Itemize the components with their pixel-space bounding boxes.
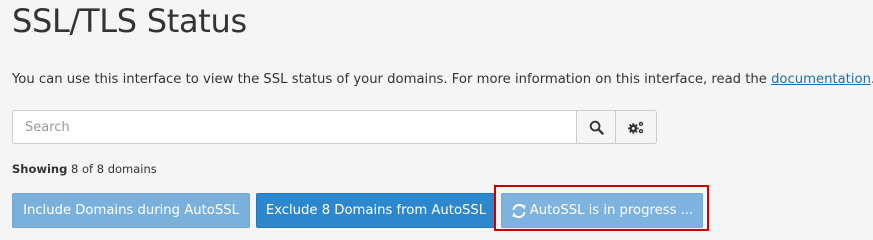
- autossl-progress-label: AutoSSL is in progress ...: [529, 203, 694, 218]
- documentation-link[interactable]: documentation: [771, 72, 871, 87]
- settings-button[interactable]: [616, 110, 657, 144]
- ssl-tls-status-page: SSL/TLS Status You can use this interfac…: [0, 0, 873, 240]
- refresh-icon: [511, 203, 527, 219]
- showing-label: Showing: [12, 162, 68, 176]
- search-group: [12, 110, 657, 144]
- search-button[interactable]: [576, 110, 616, 144]
- search-input[interactable]: [12, 110, 576, 144]
- exclude-domains-label: Exclude 8 Domains from AutoSSL: [265, 203, 487, 218]
- page-description: You can use this interface to view the S…: [12, 72, 873, 87]
- exclude-domains-button[interactable]: Exclude 8 Domains from AutoSSL: [256, 193, 496, 228]
- gears-icon: [627, 120, 645, 135]
- autossl-progress-button[interactable]: AutoSSL is in progress ...: [501, 193, 703, 228]
- search-icon: [589, 120, 604, 135]
- showing-count: 8 of 8 domains: [71, 162, 157, 176]
- domain-count: Showing 8 of 8 domains: [12, 162, 157, 176]
- description-text: You can use this interface to view the S…: [12, 72, 772, 87]
- include-domains-label: Include Domains during AutoSSL: [23, 203, 239, 218]
- page-title: SSL/TLS Status: [12, 2, 247, 40]
- include-domains-button[interactable]: Include Domains during AutoSSL: [12, 193, 250, 228]
